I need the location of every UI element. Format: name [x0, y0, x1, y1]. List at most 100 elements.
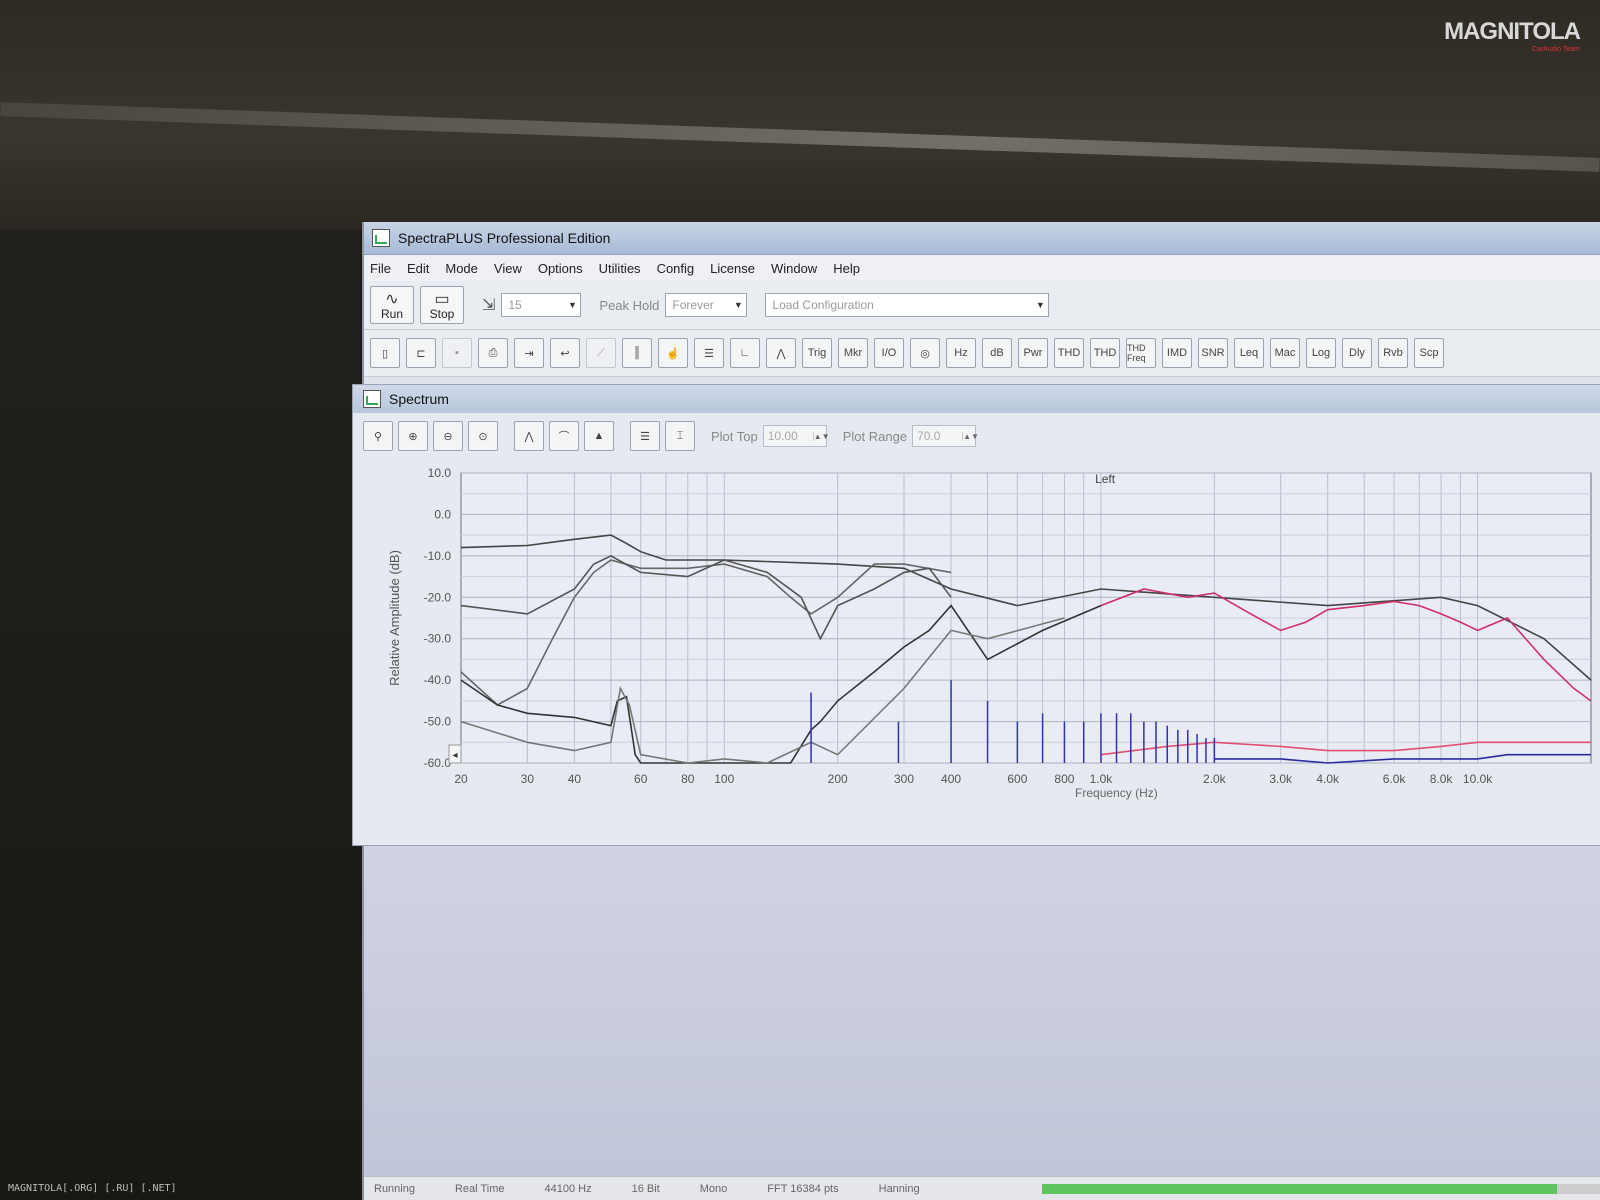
menu-mode[interactable]: Mode — [445, 261, 478, 276]
imd-button[interactable]: IMD — [1162, 338, 1192, 368]
menu-config[interactable]: Config — [657, 261, 695, 276]
save-button[interactable]: ▪ — [442, 338, 472, 368]
calibrate-button[interactable]: ☝ — [658, 338, 688, 368]
zoom-in-button[interactable]: ⊕ — [398, 421, 428, 451]
title-bar[interactable]: SpectraPLUS Professional Edition — [364, 222, 1600, 255]
spectrum-plot-area[interactable]: 10.0 0.0 -10.0 -20.0 -30.0 -40.0 -50.0 -60.0 20 3… — [353, 459, 1600, 845]
ramp-icon: ⟋ — [597, 346, 605, 359]
back-button[interactable]: ↩ — [550, 338, 580, 368]
x-axis-label: Frequency (Hz) — [1075, 786, 1158, 800]
area-icon: ▲ — [593, 430, 605, 442]
menu-window[interactable]: Window — [771, 261, 817, 276]
line-icon: ⋀ — [524, 430, 534, 443]
average-value: 15 — [508, 298, 522, 312]
area-view-button[interactable]: ▲ — [584, 421, 614, 451]
progress-bar — [1042, 1183, 1600, 1194]
configuration-value: Load Configuration — [772, 298, 874, 312]
progress-fill — [1042, 1183, 1558, 1194]
mkr-button[interactable]: Mkr — [838, 338, 868, 368]
zoom-full-button[interactable]: ⊙ — [468, 421, 498, 451]
x-tick-label: 8.0k — [1430, 772, 1454, 786]
main-toolbar: ∿ Run ▭ Stop ⇲ 15 ▼ Peak Hold Forever ▼ … — [364, 281, 1600, 330]
new-button[interactable]: ▯ — [370, 338, 400, 368]
x-tick-label: 400 — [941, 772, 961, 786]
run-button[interactable]: ∿ Run — [370, 286, 414, 324]
marker-button[interactable]: ⋀ — [766, 338, 796, 368]
spinner-icon[interactable]: ▲▼ — [812, 431, 830, 441]
peak-hold-select[interactable]: Forever ▼ — [665, 293, 748, 317]
spectrum-chart[interactable]: 10.0 0.0 -10.0 -20.0 -30.0 -40.0 -50.0 -60.020 3… — [353, 459, 1600, 845]
print-button[interactable]: ⎙ — [478, 338, 508, 368]
line-view-button[interactable]: ⋀ — [514, 421, 544, 451]
db-button[interactable]: dB — [982, 338, 1012, 368]
app-window: SpectraPLUS Professional Edition File Ed… — [352, 222, 1600, 1200]
watermark-logo: MAGNITOLA CarAudio Team — [1444, 18, 1581, 53]
signal-button[interactable]: ◎ — [910, 338, 940, 368]
bars-button[interactable]: ║ — [622, 338, 652, 368]
menu-options[interactable]: Options — [538, 261, 583, 276]
x-tick-label: 60 — [634, 772, 648, 786]
menu-edit[interactable]: Edit — [407, 261, 429, 276]
x-tick-label: 1.0k — [1090, 772, 1114, 786]
plot-top-input[interactable]: 10.00 ▲▼ — [762, 425, 830, 447]
x-tick-label: 80 — [681, 772, 695, 786]
stop-label: Stop — [429, 307, 455, 321]
dly-button[interactable]: Dly — [1342, 338, 1372, 368]
status-state: Running — [374, 1182, 415, 1195]
snr-button[interactable]: SNR — [1198, 338, 1228, 368]
menu-help[interactable]: Help — [833, 261, 860, 276]
forward-button[interactable]: ⇥ — [514, 338, 544, 368]
io-button[interactable]: I/O — [874, 338, 904, 368]
pwr-button[interactable]: Pwr — [1018, 338, 1048, 368]
scp-button[interactable]: Scp — [1414, 338, 1444, 368]
y-tick-label: -30.0 — [424, 632, 452, 646]
spectrum-title-bar[interactable]: Spectrum — [353, 385, 1600, 413]
rvb-button[interactable]: Rvb — [1378, 338, 1408, 368]
x-tick-label: 10.0k — [1463, 772, 1493, 786]
window-title: SpectraPLUS Professional Edition — [398, 230, 611, 246]
x-tick-label: 40 — [568, 772, 582, 786]
stop-button[interactable]: ▭ Stop — [420, 286, 464, 324]
smooth-view-button[interactable]: ⌒ — [549, 421, 579, 451]
open-button[interactable]: ⊏ — [406, 338, 436, 368]
thd-button[interactable]: THD — [1054, 338, 1084, 368]
trig-button[interactable]: Trig — [802, 338, 832, 368]
status-bar: Running Real Time 44100 Hz 16 Bit Mono F… — [364, 1176, 1600, 1200]
y-tick-label: -50.0 — [424, 715, 452, 729]
mac-button[interactable]: Mac — [1270, 338, 1300, 368]
bars-icon: ║ — [633, 347, 641, 359]
spinner-icon[interactable]: ▲▼ — [962, 431, 979, 441]
thd-freq-button[interactable]: THD Freq — [1126, 338, 1156, 368]
list-button[interactable]: ☰ — [694, 338, 724, 368]
arrow-back-icon: ↩ — [560, 347, 570, 360]
average-select[interactable]: 15 ▼ — [501, 293, 582, 317]
configuration-select[interactable]: Load Configuration ▼ — [765, 293, 1050, 317]
hz-button[interactable]: Hz — [946, 338, 976, 368]
thd-n-button[interactable]: THD — [1090, 338, 1120, 368]
y-tick-label: -10.0 — [424, 549, 452, 563]
hand-icon: ☝ — [666, 347, 680, 360]
ramp-button[interactable]: ⟋ — [586, 338, 616, 368]
plot-range-label: Plot Range — [842, 428, 908, 444]
menu-utilities[interactable]: Utilities — [599, 261, 641, 276]
status-mode: Real Time — [454, 1182, 505, 1195]
menu-license[interactable]: License — [710, 261, 755, 276]
cursor-button[interactable]: ⌶ — [665, 421, 695, 451]
average-icon: ⇲ — [482, 297, 496, 314]
properties-button[interactable]: ☰ — [630, 421, 660, 451]
axis-button[interactable]: ∟ — [730, 338, 760, 368]
x-tick-label: 2.0k — [1203, 772, 1227, 786]
plot-range-input[interactable]: 70.0 ▲▼ — [912, 425, 979, 447]
menu-view[interactable]: View — [494, 261, 522, 276]
chevron-down-icon: ▼ — [733, 300, 743, 310]
log-button[interactable]: Log — [1306, 338, 1336, 368]
zoom-button[interactable]: ⚲ — [363, 421, 393, 451]
run-label: Run — [380, 307, 403, 321]
x-tick-label: 3.0k — [1269, 772, 1293, 786]
zoom-out-icon: ⊖ — [443, 430, 453, 443]
leq-button[interactable]: Leq — [1234, 338, 1264, 368]
menu-file[interactable]: File — [370, 261, 391, 276]
magnifier-icon: ⚲ — [373, 430, 383, 443]
x-tick-label: 6.0k — [1383, 772, 1407, 786]
zoom-out-button[interactable]: ⊖ — [433, 421, 463, 451]
